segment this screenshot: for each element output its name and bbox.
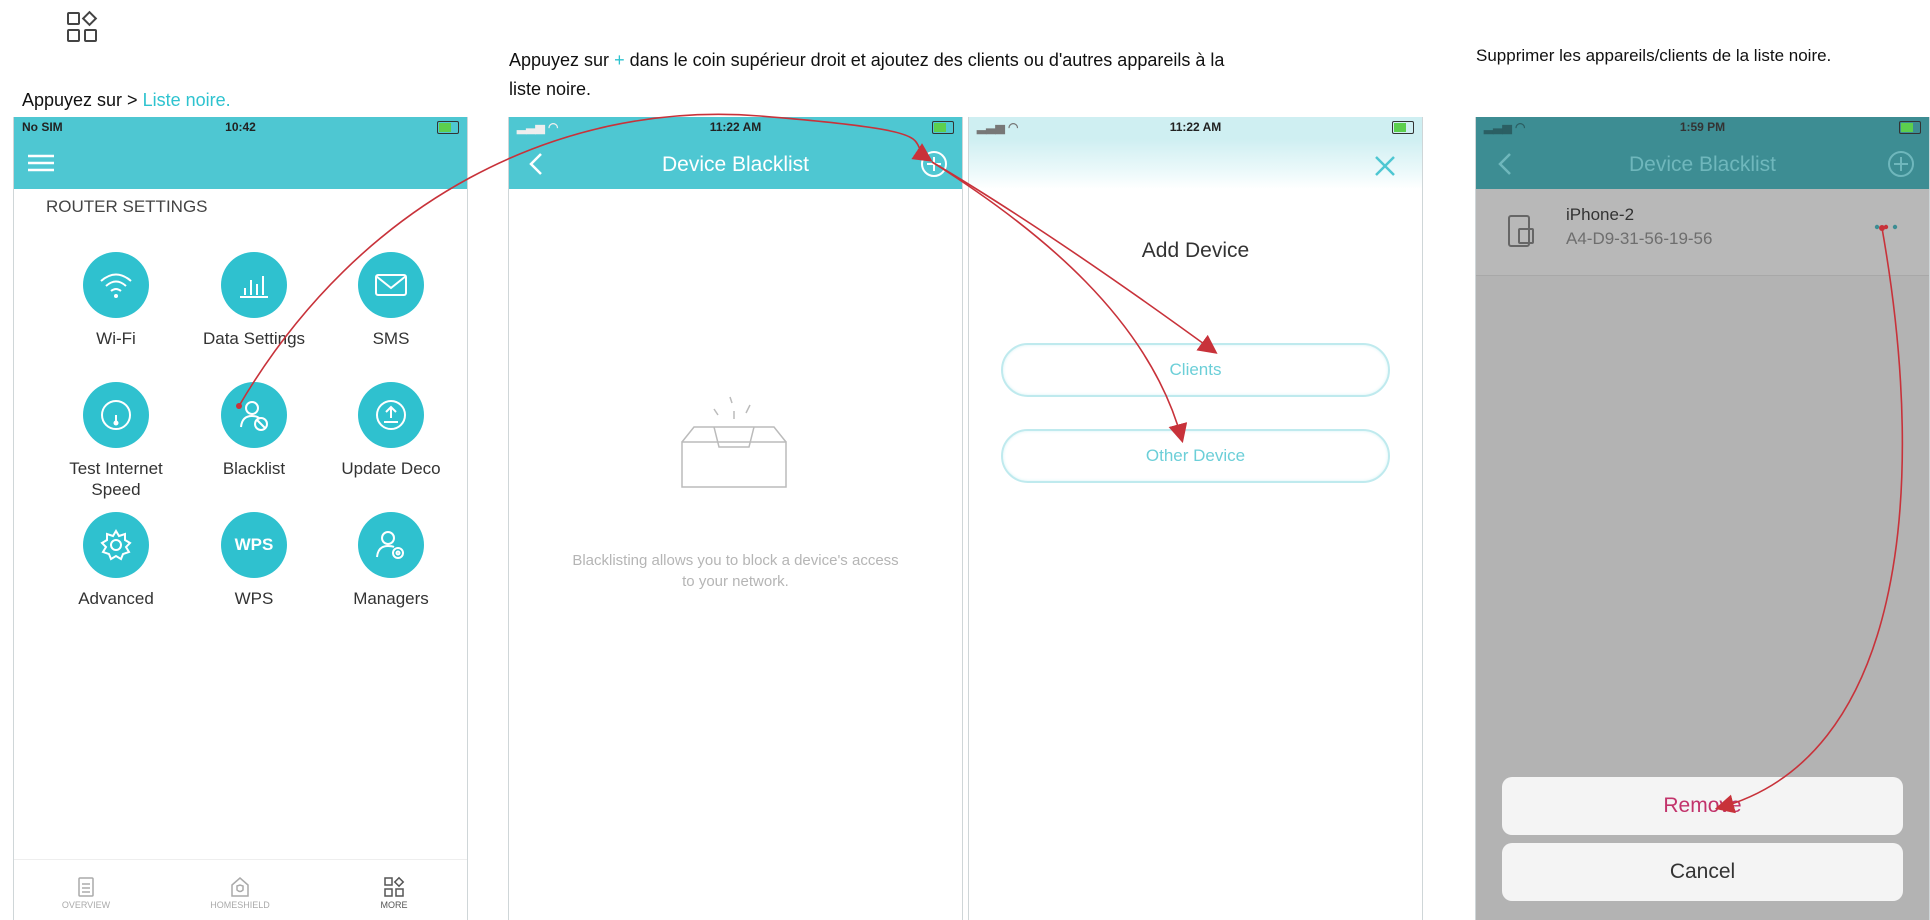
caption-step1-link: Liste noire.	[142, 90, 231, 110]
envelope-icon	[358, 252, 424, 318]
tab-label: MORE	[380, 900, 408, 910]
blacklist-user-icon	[221, 382, 287, 448]
tile-label: Blacklist	[222, 459, 286, 478]
top-bar	[14, 139, 467, 189]
empty-box-icon	[674, 387, 794, 502]
cancel-button[interactable]: Cancel	[1502, 843, 1903, 901]
tile-label: Managers	[353, 589, 429, 608]
wps-icon: WPS	[221, 512, 287, 578]
apps-grid-icon	[344, 876, 444, 900]
status-time: 1:59 PM	[1679, 120, 1726, 134]
tab-more[interactable]: MORE	[344, 876, 444, 910]
tile-wifi[interactable]: Wi-Fi	[47, 252, 185, 349]
caption-step3: Supprimer les appareils/clients de la li…	[1476, 46, 1832, 65]
section-title: ROUTER SETTINGS	[46, 197, 208, 216]
page-title: Device Blacklist	[661, 153, 810, 176]
caption-step2: Appuyez sur + dans le coin supérieur dro…	[509, 46, 1339, 104]
tile-wps[interactable]: WPS WPS	[185, 512, 323, 609]
device-icon	[1506, 213, 1536, 254]
bottom-tab-bar: OVERVIEW HOMESHIELD MORE	[14, 859, 467, 920]
tile-advanced[interactable]: Advanced	[47, 512, 185, 609]
status-bar: ▂▃▅ ◠ 1:59 PM	[1476, 117, 1929, 139]
empty-state-text: Blacklisting allows you to block a devic…	[572, 552, 899, 590]
status-time: 11:22 AM	[1169, 120, 1222, 134]
tile-label: Wi-Fi	[96, 329, 136, 348]
battery-icon	[1899, 120, 1921, 135]
tile-data-settings[interactable]: Data Settings	[185, 252, 323, 349]
phone-device-blacklist-empty: ▂▃▅ ◠ 11:22 AM Device Blacklist Blacklis…	[508, 117, 963, 920]
top-bar: Device Blacklist	[509, 139, 962, 189]
tile-label: Advanced	[78, 589, 154, 608]
battery-icon	[932, 120, 954, 135]
document-icon	[36, 876, 136, 900]
battery-icon	[437, 120, 459, 135]
upload-icon	[358, 382, 424, 448]
tile-update-deco[interactable]: Update Deco	[322, 382, 460, 479]
other-device-button[interactable]: Other Device	[1001, 429, 1390, 483]
phone-add-device: ▂▃▅ ◠ 11:22 AM Add Device Clients Other …	[968, 117, 1423, 920]
page-title: Device Blacklist	[1628, 153, 1777, 176]
wifi-icon	[83, 252, 149, 318]
apps-grid-icon	[66, 10, 100, 44]
hamburger-menu-icon[interactable]	[28, 153, 54, 173]
status-bar: No SIM 10:42	[14, 117, 467, 139]
speedometer-icon	[83, 382, 149, 448]
user-gear-icon	[358, 512, 424, 578]
status-time: 11:22 AM	[709, 120, 762, 134]
top-bar: Device Blacklist	[1476, 139, 1929, 189]
status-bar: ▂▃▅ ◠ 11:22 AM	[969, 117, 1422, 139]
phone-remove-sheet: ▂▃▅ ◠ 1:59 PM Device Blacklist iPhone-2 …	[1475, 117, 1930, 920]
plus-icon: +	[614, 50, 625, 70]
add-plus-icon[interactable]	[920, 150, 948, 183]
device-mac: A4-D9-31-56-19-56	[1566, 229, 1713, 248]
wps-icon-text: WPS	[234, 535, 274, 554]
status-bar: ▂▃▅ ◠ 11:22 AM	[509, 117, 962, 139]
shield-home-icon	[190, 876, 290, 900]
caption-step2-line2: liste noire.	[509, 79, 592, 99]
tile-blacklist[interactable]: Blacklist	[185, 382, 323, 479]
gear-icon	[83, 512, 149, 578]
caption-step2-a: Appuyez sur	[509, 50, 615, 70]
close-icon[interactable]	[1374, 155, 1396, 182]
status-time: 10:42	[225, 120, 256, 134]
tile-sms[interactable]: SMS	[322, 252, 460, 349]
tab-label: OVERVIEW	[61, 900, 111, 910]
clients-button[interactable]: Clients	[1001, 343, 1390, 397]
device-row[interactable]: iPhone-2 A4-D9-31-56-19-56	[1476, 189, 1929, 276]
bar-chart-icon	[221, 252, 287, 318]
tile-label: SMS	[372, 329, 410, 348]
more-options-icon[interactable]	[1873, 219, 1899, 237]
tile-label: Test Internet Speed	[69, 459, 163, 499]
tile-test-internet-speed[interactable]: Test Internet Speed	[47, 382, 185, 500]
tab-label: HOMESHIELD	[210, 900, 270, 910]
add-plus-icon[interactable]	[1887, 150, 1915, 183]
tile-label: Update Deco	[341, 459, 441, 478]
caption-step1-prefix: Appuyez sur >	[22, 90, 143, 110]
tile-managers[interactable]: Managers	[322, 512, 460, 609]
top-bar	[969, 139, 1422, 189]
caption-step1: Appuyez sur > Liste noire.	[22, 86, 231, 115]
phone-more-screen: No SIM 10:42 ROUTER SETTINGS Wi-Fi Data …	[13, 117, 468, 920]
device-name: iPhone-2	[1566, 205, 1635, 224]
tile-label: WPS	[234, 589, 274, 608]
remove-button[interactable]: Remove	[1502, 777, 1903, 835]
caption-step2-b: dans le coin supérieur droit et ajoutez …	[624, 50, 1225, 70]
tab-overview[interactable]: OVERVIEW	[36, 876, 136, 910]
dialog-title: Add Device	[1141, 239, 1250, 262]
tab-homeshield[interactable]: HOMESHIELD	[190, 876, 290, 910]
battery-icon	[1392, 120, 1414, 135]
tile-label: Data Settings	[202, 329, 306, 348]
